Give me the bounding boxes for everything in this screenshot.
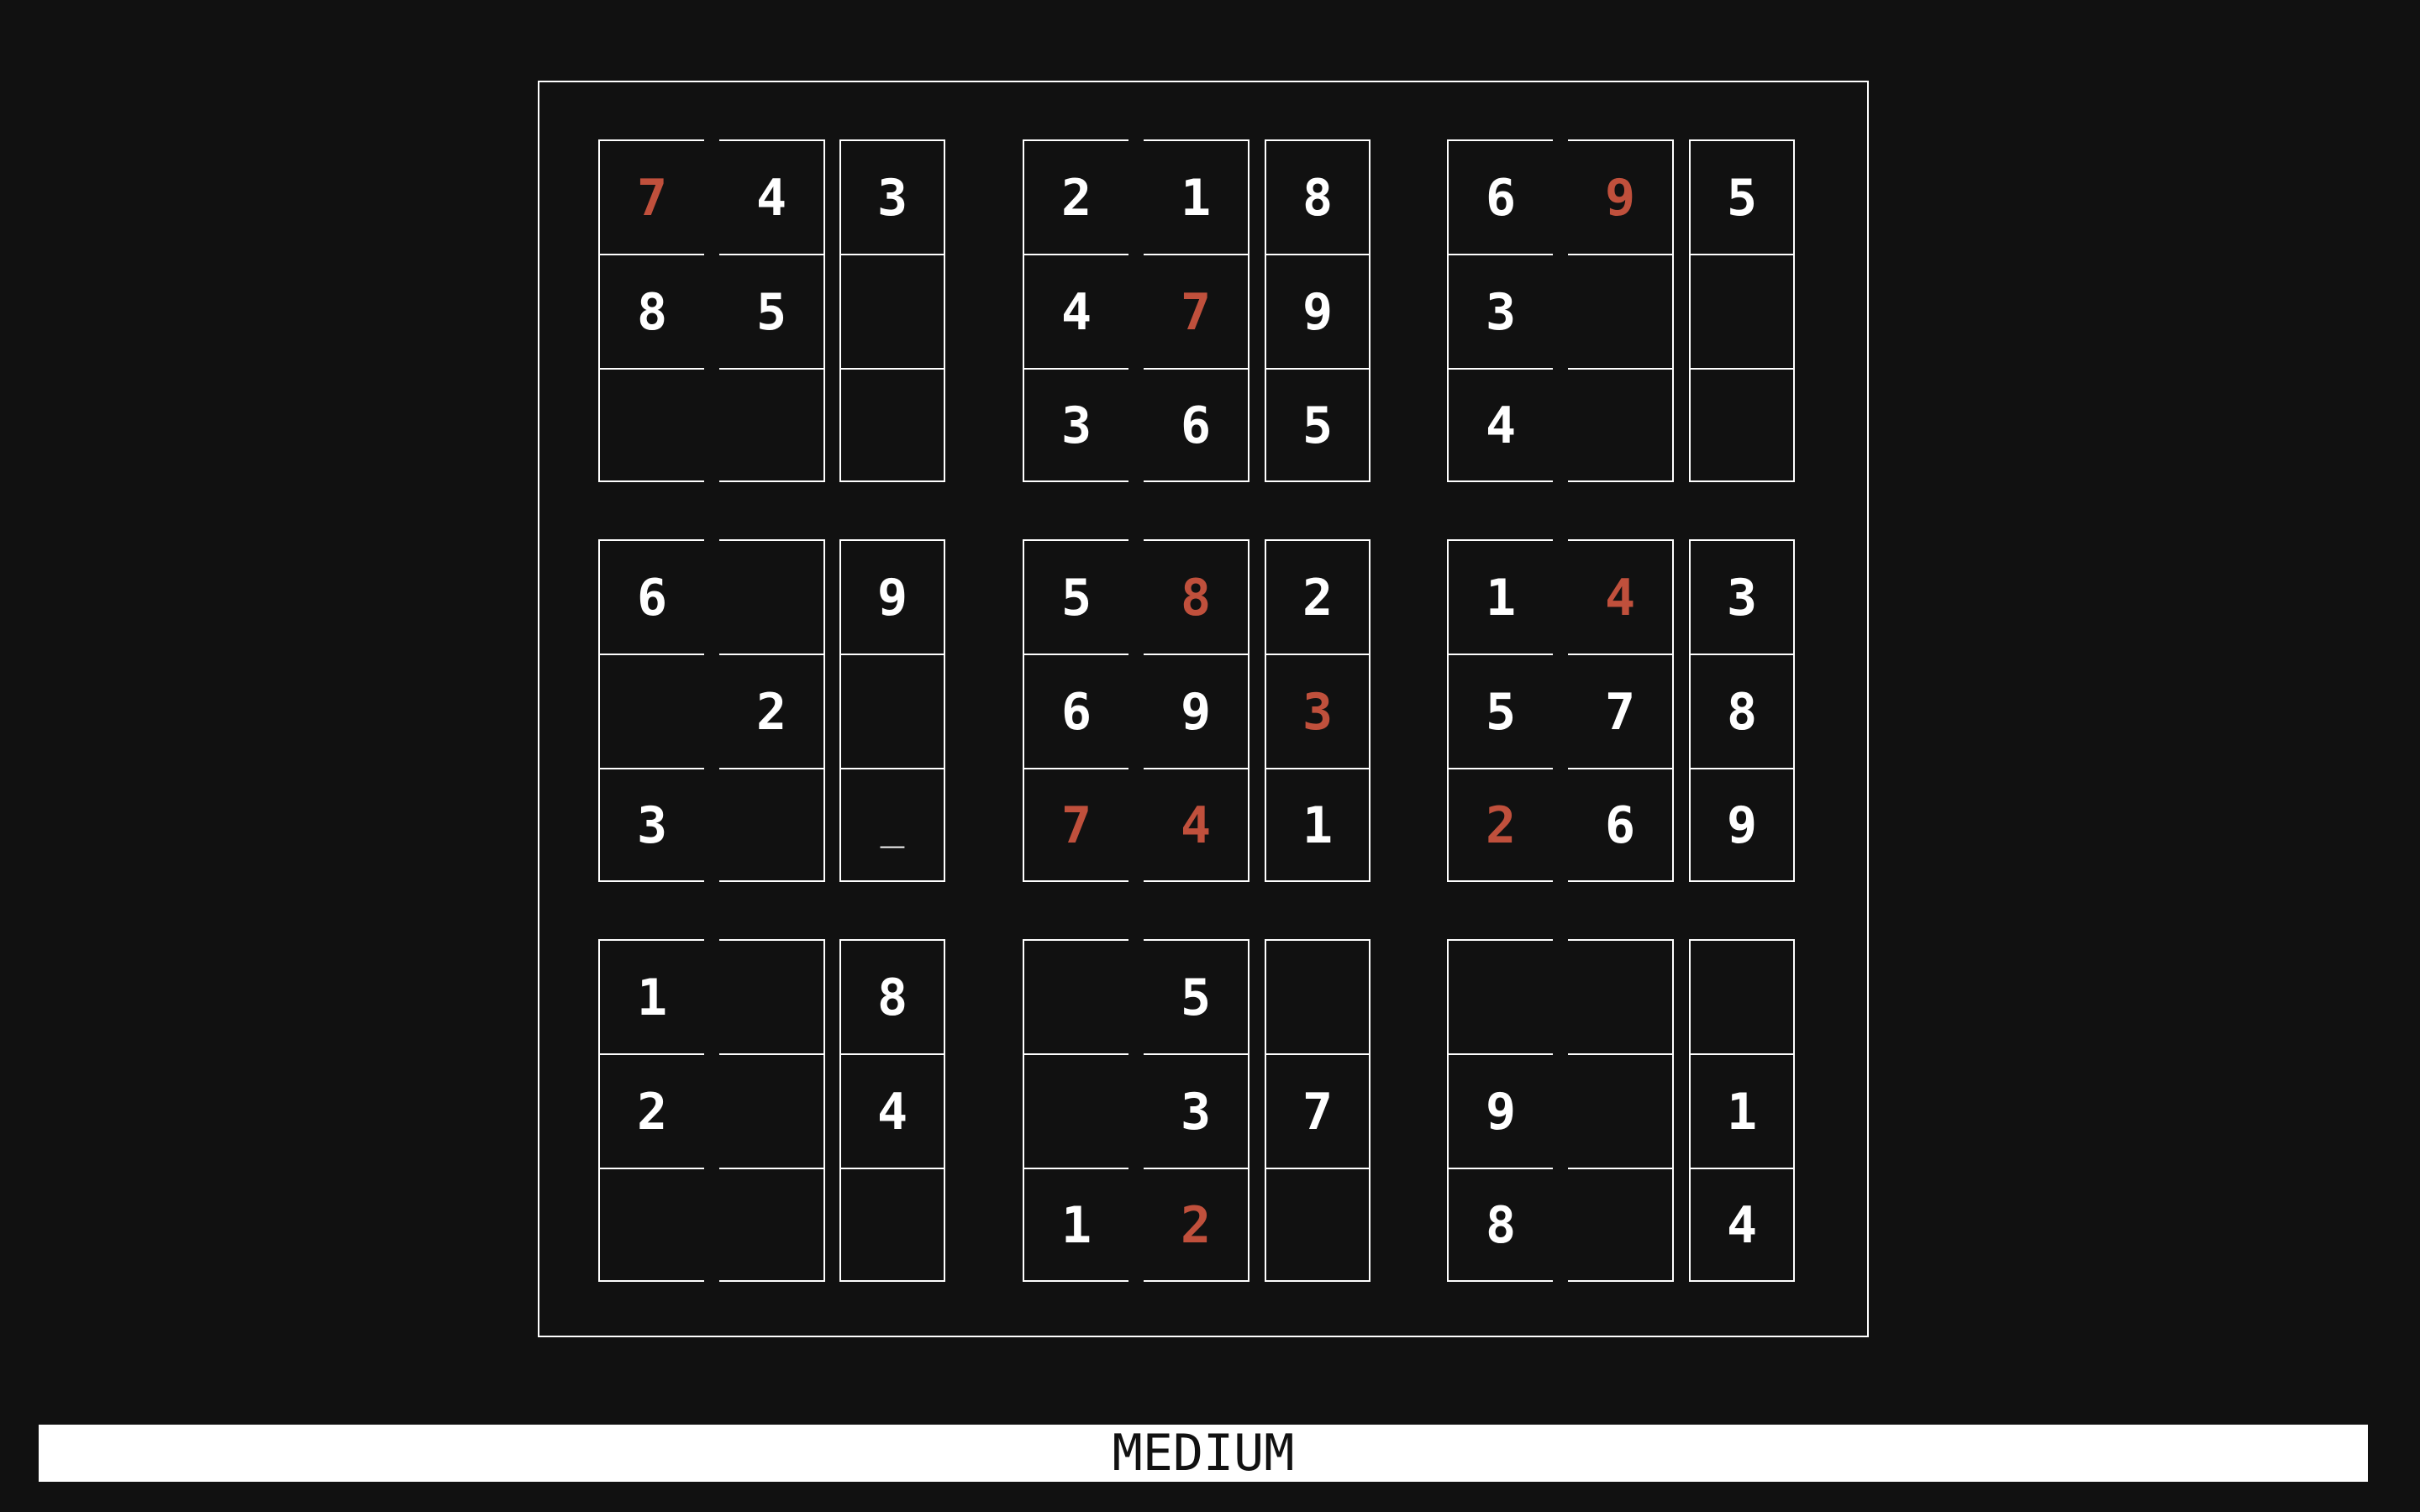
- cell-r2-c9[interactable]: [1689, 254, 1795, 368]
- cell-r5-c2[interactable]: 2: [719, 654, 825, 768]
- cell-r4-c9[interactable]: 3: [1689, 539, 1795, 654]
- cell-r4-c7[interactable]: 1: [1447, 539, 1553, 654]
- cell-r4-c3[interactable]: 9: [839, 539, 945, 654]
- cell-r7-c9[interactable]: [1689, 939, 1795, 1053]
- cell-r2-c1[interactable]: 8: [598, 254, 704, 368]
- cell-r8-c6[interactable]: 7: [1265, 1053, 1370, 1168]
- sudoku-board: 7 4 3 2 1 8 6 9 5 8 5 4 7 9 3 3 6 5 4 6 9 5 8 2 1 4 3 2 6 9 3 5 7 8 3 _ 7 4 1 2…: [538, 81, 1869, 1337]
- cell-r9-c2[interactable]: [719, 1168, 825, 1282]
- cell-r4-c2[interactable]: [719, 539, 825, 654]
- cell-r8-c8[interactable]: [1568, 1053, 1674, 1168]
- cell-r5-c9[interactable]: 8: [1689, 654, 1795, 768]
- cell-r1-c4[interactable]: 2: [1023, 139, 1128, 254]
- cell-r6-c5[interactable]: 4: [1144, 768, 1249, 882]
- cell-r6-c3[interactable]: _: [839, 768, 945, 882]
- cell-r5-c5[interactable]: 9: [1144, 654, 1249, 768]
- cell-r4-c4[interactable]: 5: [1023, 539, 1128, 654]
- cell-r3-c3[interactable]: [839, 368, 945, 482]
- cell-r1-c3[interactable]: 3: [839, 139, 945, 254]
- cell-r3-c9[interactable]: [1689, 368, 1795, 482]
- cell-r8-c3[interactable]: 4: [839, 1053, 945, 1168]
- cell-r2-c3[interactable]: [839, 254, 945, 368]
- cell-r2-c5[interactable]: 7: [1144, 254, 1249, 368]
- cell-r1-c8[interactable]: 9: [1568, 139, 1674, 254]
- cell-r6-c7[interactable]: 2: [1447, 768, 1553, 882]
- cell-r5-c4[interactable]: 6: [1023, 654, 1128, 768]
- cell-r5-c7[interactable]: 5: [1447, 654, 1553, 768]
- cell-r8-c7[interactable]: 9: [1447, 1053, 1553, 1168]
- cell-r7-c1[interactable]: 1: [598, 939, 704, 1053]
- cell-r4-c8[interactable]: 4: [1568, 539, 1674, 654]
- cell-r9-c5[interactable]: 2: [1144, 1168, 1249, 1282]
- cell-r1-c7[interactable]: 6: [1447, 139, 1553, 254]
- cell-r3-c6[interactable]: 5: [1265, 368, 1370, 482]
- cell-r7-c2[interactable]: [719, 939, 825, 1053]
- cell-r7-c5[interactable]: 5: [1144, 939, 1249, 1053]
- cell-r2-c7[interactable]: 3: [1447, 254, 1553, 368]
- cell-r6-c9[interactable]: 9: [1689, 768, 1795, 882]
- cell-r7-c7[interactable]: [1447, 939, 1553, 1053]
- cell-r4-c5[interactable]: 8: [1144, 539, 1249, 654]
- cell-r5-c3[interactable]: [839, 654, 945, 768]
- cell-r3-c8[interactable]: [1568, 368, 1674, 482]
- cell-r9-c4[interactable]: 1: [1023, 1168, 1128, 1282]
- cell-r9-c6[interactable]: [1265, 1168, 1370, 1282]
- cell-r9-c9[interactable]: 4: [1689, 1168, 1795, 1282]
- cell-r6-c8[interactable]: 6: [1568, 768, 1674, 882]
- cell-r3-c7[interactable]: 4: [1447, 368, 1553, 482]
- cell-r2-c8[interactable]: [1568, 254, 1674, 368]
- cell-r2-c4[interactable]: 4: [1023, 254, 1128, 368]
- cell-r1-c2[interactable]: 4: [719, 139, 825, 254]
- cell-r1-c6[interactable]: 8: [1265, 139, 1370, 254]
- cell-r4-c6[interactable]: 2: [1265, 539, 1370, 654]
- cell-r8-c2[interactable]: [719, 1053, 825, 1168]
- cell-r2-c6[interactable]: 9: [1265, 254, 1370, 368]
- cell-r8-c5[interactable]: 3: [1144, 1053, 1249, 1168]
- difficulty-label: MEDIUM: [39, 1425, 2368, 1482]
- cell-r5-c8[interactable]: 7: [1568, 654, 1674, 768]
- cell-r6-c4[interactable]: 7: [1023, 768, 1128, 882]
- cell-r7-c8[interactable]: [1568, 939, 1674, 1053]
- cell-r6-c2[interactable]: [719, 768, 825, 882]
- cell-r3-c5[interactable]: 6: [1144, 368, 1249, 482]
- cell-r3-c2[interactable]: [719, 368, 825, 482]
- cell-r7-c3[interactable]: 8: [839, 939, 945, 1053]
- cell-r6-c1[interactable]: 3: [598, 768, 704, 882]
- cell-r9-c8[interactable]: [1568, 1168, 1674, 1282]
- cell-r4-c1[interactable]: 6: [598, 539, 704, 654]
- cell-r3-c1[interactable]: [598, 368, 704, 482]
- cell-r3-c4[interactable]: 3: [1023, 368, 1128, 482]
- cell-r8-c1[interactable]: 2: [598, 1053, 704, 1168]
- cell-r2-c2[interactable]: 5: [719, 254, 825, 368]
- cell-r1-c9[interactable]: 5: [1689, 139, 1795, 254]
- cell-r8-c9[interactable]: 1: [1689, 1053, 1795, 1168]
- cell-r1-c5[interactable]: 1: [1144, 139, 1249, 254]
- cell-r9-c3[interactable]: [839, 1168, 945, 1282]
- cell-r8-c4[interactable]: [1023, 1053, 1128, 1168]
- cell-r7-c6[interactable]: [1265, 939, 1370, 1053]
- cell-r5-c6[interactable]: 3: [1265, 654, 1370, 768]
- cell-r9-c1[interactable]: [598, 1168, 704, 1282]
- cell-r7-c4[interactable]: [1023, 939, 1128, 1053]
- cell-r5-c1[interactable]: [598, 654, 704, 768]
- cell-r6-c6[interactable]: 1: [1265, 768, 1370, 882]
- cell-r9-c7[interactable]: 8: [1447, 1168, 1553, 1282]
- cell-r1-c1[interactable]: 7: [598, 139, 704, 254]
